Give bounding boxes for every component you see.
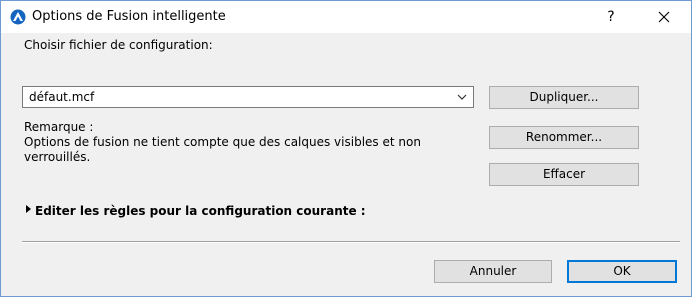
close-icon — [658, 11, 670, 23]
app-icon — [10, 9, 26, 25]
rules-section-toggle[interactable]: Editer les règles pour la configuration … — [35, 204, 366, 219]
rename-button[interactable]: Renommer... — [489, 126, 639, 149]
divider — [22, 241, 680, 243]
config-file-value: défaut.mcf — [29, 90, 95, 104]
duplicate-button[interactable]: Dupliquer... — [489, 86, 639, 109]
smart-merge-options-dialog: Options de Fusion intelligente ? Choisir… — [0, 0, 692, 297]
close-button[interactable] — [641, 3, 687, 31]
config-file-label: Choisir fichier de configuration: — [24, 38, 213, 52]
chevron-down-icon — [457, 94, 467, 100]
cancel-button[interactable]: Annuler — [434, 260, 552, 283]
dialog-title: Options de Fusion intelligente — [32, 9, 226, 24]
note-body: Options de fusion ne tient compte que de… — [24, 135, 421, 164]
delete-button[interactable]: Effacer — [489, 163, 639, 186]
help-button[interactable]: ? — [591, 3, 631, 31]
ok-button[interactable]: OK — [567, 260, 677, 283]
disclosure-triangle-icon[interactable] — [25, 205, 33, 213]
config-file-select[interactable]: défaut.mcf — [22, 86, 474, 108]
title-bar[interactable]: Options de Fusion intelligente ? — [1, 1, 691, 33]
note-heading: Remarque : — [24, 120, 94, 134]
